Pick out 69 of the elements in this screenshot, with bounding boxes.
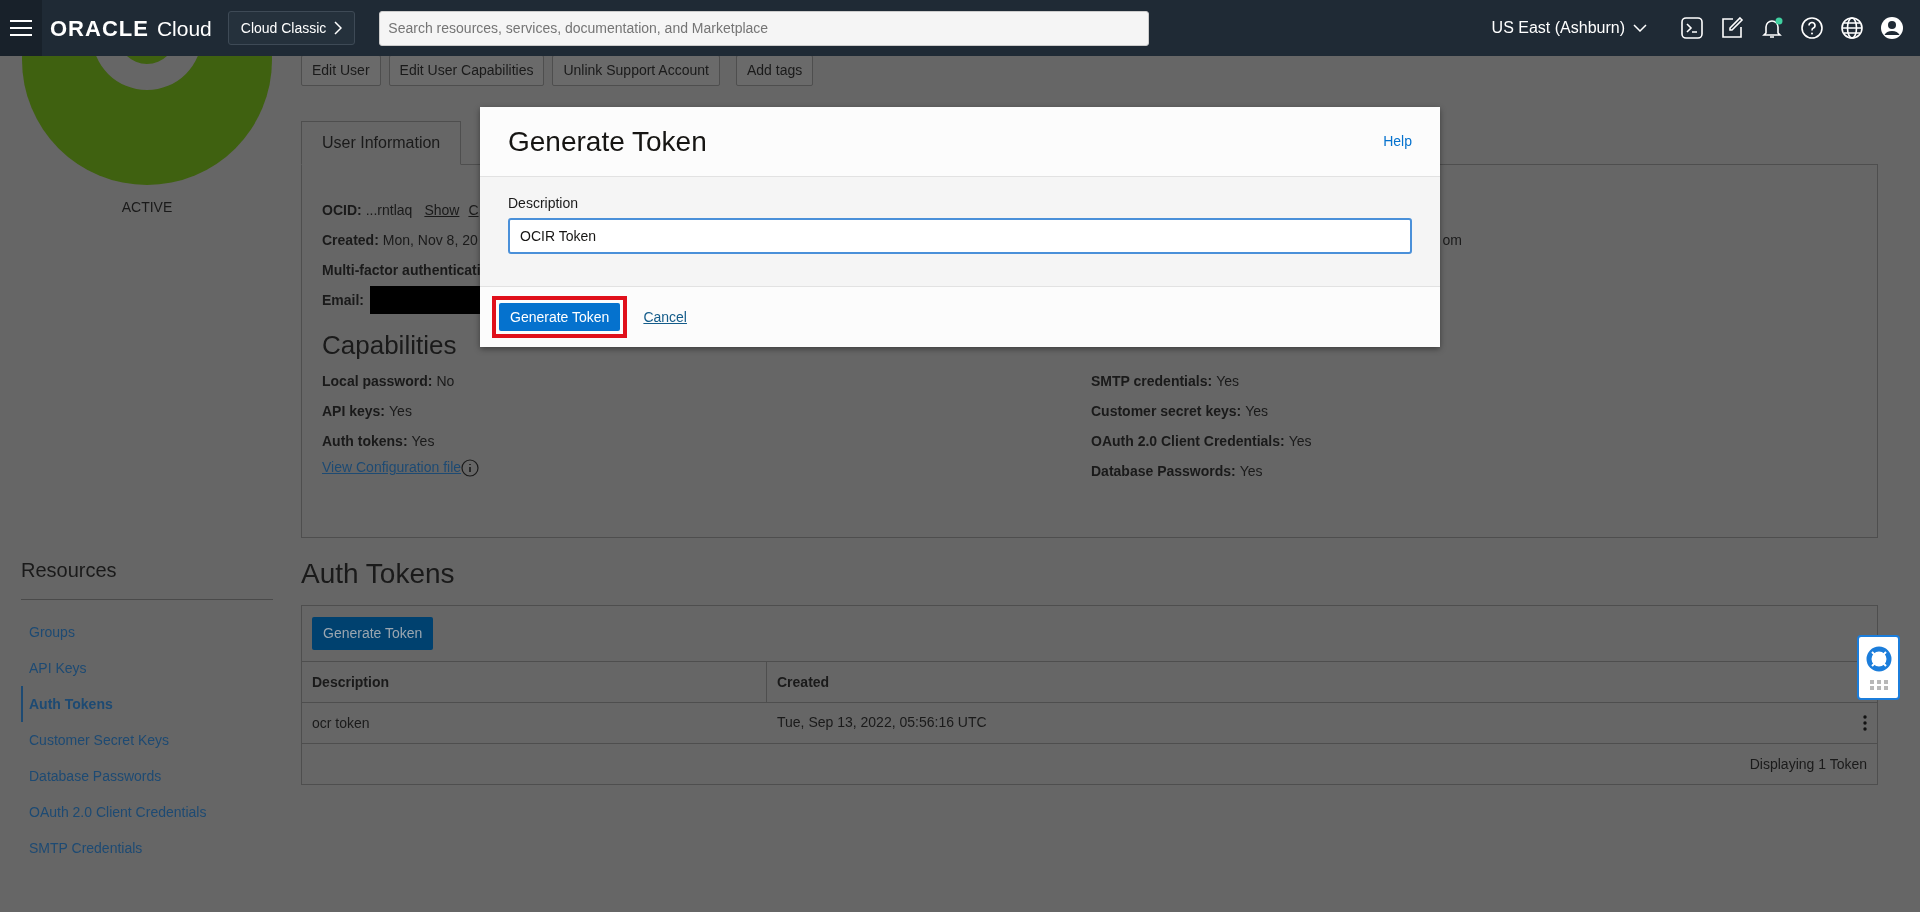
field-value: om (1442, 231, 1462, 250)
status-label: ACTIVE (121, 198, 173, 217)
field-label: Description (508, 194, 579, 213)
dialog-title: Generate Token (508, 124, 707, 159)
product-name: Cloud (156, 15, 212, 42)
field-value: Yes (1239, 462, 1263, 482)
resource-link[interactable]: API Keys (21, 650, 273, 686)
resource-link[interactable]: Groups (21, 614, 273, 650)
field-label: Created: (322, 231, 379, 250)
config-link[interactable]: View Configuration file (322, 457, 462, 479)
action-button[interactable]: Edit User (301, 56, 381, 86)
info-icon[interactable] (461, 458, 480, 477)
section-heading: Capabilities (322, 330, 458, 362)
brand-logo[interactable]: ORACLE (50, 11, 149, 45)
help-icon[interactable] (1800, 16, 1824, 40)
field-value: Yes (411, 432, 435, 452)
field-label: Local password: (322, 372, 433, 392)
resource-link[interactable]: OAuth 2.0 Client Credentials (21, 794, 273, 830)
text-link[interactable]: Show (424, 200, 460, 220)
field-value: Yes (1245, 402, 1269, 422)
generate-token-button[interactable]: Generate Token (499, 303, 621, 331)
action-button[interactable]: Unlink Support Account (552, 56, 720, 86)
field-label: Multi-factor authenticati (322, 261, 481, 280)
terminal-icon[interactable] (1680, 16, 1704, 40)
kebab-menu-icon[interactable] (1863, 714, 1867, 731)
cancel-link[interactable]: Cancel (643, 306, 687, 328)
help-widget[interactable] (1857, 635, 1900, 700)
field-value: ...rntlaq (365, 201, 413, 220)
field-value: Mon, Nov 8, 20 (382, 231, 478, 250)
region-selector[interactable]: US East (Ashburn) (1490, 15, 1648, 41)
field-label: OCID: (322, 201, 362, 220)
field-value: Yes (1288, 432, 1312, 452)
field-label: OAuth 2.0 Client Credentials: (1091, 432, 1285, 452)
tab[interactable]: User Information (301, 121, 462, 165)
field-value: No (436, 372, 455, 392)
resources-heading: Resources (21, 555, 273, 600)
description-field[interactable]: OCIR Token (508, 218, 1412, 254)
field-label: Email: (322, 291, 364, 310)
globe-icon[interactable] (1840, 16, 1864, 40)
resource-link[interactable]: Database Passwords (21, 758, 273, 794)
lifebuoy-icon (1865, 645, 1892, 672)
resource-link[interactable]: Customer Secret Keys (21, 722, 273, 758)
field-label: Customer secret keys: (1091, 402, 1242, 422)
table-footer-text: Displaying 1 Token (1749, 755, 1867, 772)
help-link[interactable]: Help (1383, 131, 1412, 152)
field-label: SMTP credentials: (1091, 372, 1213, 392)
section-heading: Auth Tokens (301, 557, 456, 591)
grid-dots-icon (1869, 679, 1888, 690)
table-cell: ocr token (302, 702, 767, 744)
generate-token-button[interactable]: Generate Token (312, 616, 434, 650)
search-field[interactable]: Search resources, services, documentation, and Marketplace (379, 10, 1150, 46)
resource-link[interactable]: SMTP Credentials (21, 830, 273, 866)
menu-icon[interactable] (10, 20, 32, 36)
field-label: Database Passwords: (1091, 462, 1236, 482)
text-link[interactable]: C (468, 200, 479, 220)
action-button[interactable]: Add tags (735, 56, 814, 86)
chevron-right-icon (334, 21, 343, 35)
edit-icon[interactable] (1720, 16, 1744, 40)
field-label: Auth tokens: (322, 432, 408, 452)
field-value: Yes (389, 402, 412, 422)
console-switch-button[interactable]: Cloud Classic (227, 11, 356, 45)
field-value: Yes (1216, 372, 1239, 392)
column-header: Description (302, 661, 767, 703)
bell-icon[interactable] (1760, 16, 1784, 40)
chevron-down-icon (1633, 24, 1647, 32)
table-cell-text: Tue, Sep 13, 2022, 05:56:16 UTC (777, 713, 987, 733)
action-button[interactable]: Edit User Capabilities (388, 56, 545, 86)
user-icon[interactable] (1880, 16, 1904, 40)
field-label: API keys: (322, 402, 386, 422)
